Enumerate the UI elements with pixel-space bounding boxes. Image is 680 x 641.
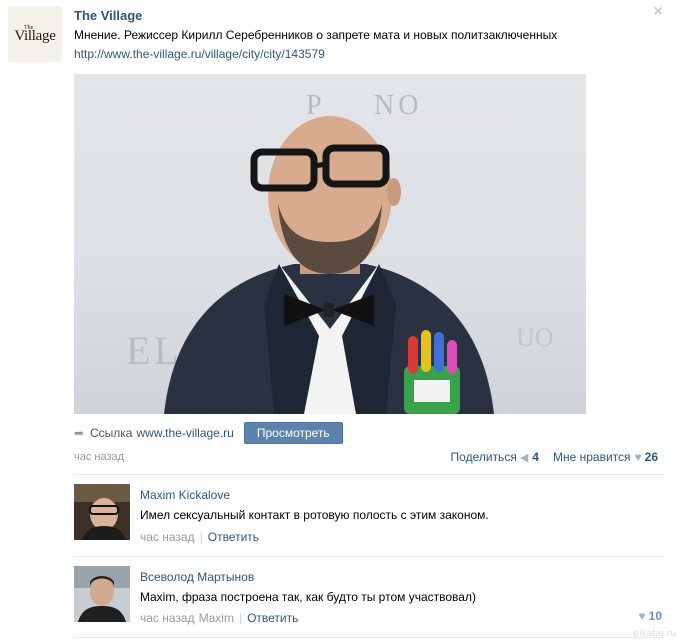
comment-meta: час назад | Ответить	[140, 530, 259, 544]
logo-text: Village	[14, 27, 56, 44]
reply-link[interactable]: Ответить	[208, 530, 259, 544]
comment-like-button[interactable]: ♥ 10	[635, 609, 662, 623]
link-label: Ссылка	[90, 426, 133, 440]
bg-sign-letter: P	[306, 90, 322, 121]
post-time[interactable]: час назад	[74, 451, 124, 463]
comment-time[interactable]: час назад	[140, 611, 195, 625]
post-text: Мнение. Режиссер Кирилл Серебренников о …	[74, 28, 558, 42]
logo-small-text: The	[24, 25, 34, 31]
comment-time[interactable]: час назад	[140, 530, 195, 544]
heart-icon: ♥	[634, 450, 642, 464]
reply-to-mention[interactable]: Maxim	[199, 611, 234, 625]
post-author[interactable]: The Village	[74, 8, 142, 23]
share-label: Поделиться	[450, 450, 517, 464]
avatar-image	[74, 566, 130, 622]
megaphone-icon: ◀	[519, 451, 529, 464]
commenter-avatar[interactable]	[74, 566, 130, 622]
heart-icon: ♥	[638, 609, 646, 623]
divider	[74, 474, 664, 475]
comment-meta: час назад Maxim | Ответить	[140, 611, 298, 625]
divider	[74, 637, 664, 638]
bg-sign-letters: NO	[374, 90, 422, 121]
commenter-name[interactable]: Maxim Kickalove	[140, 488, 230, 502]
wall-post: The Village × The Village Мнение. Режисс…	[0, 0, 680, 641]
post-link[interactable]: http://www.the-village.ru/village/city/c…	[74, 47, 325, 61]
comment-text: Maxim, фраза построена так, как будто ты…	[140, 590, 476, 604]
share-button[interactable]: Поделиться ◀ 4	[451, 450, 539, 464]
link-domain[interactable]: www.the-village.ru	[136, 426, 233, 440]
separator: |	[238, 611, 243, 625]
comment-text: Имел сексуальный контакт в ротовую полос…	[140, 508, 489, 522]
bg-sign-letters: UO	[516, 323, 554, 352]
post-photo[interactable]: P NO E L UO	[74, 74, 586, 414]
village-avatar[interactable]: The Village	[8, 6, 62, 62]
commenter-name[interactable]: Всеволод Мартынов	[140, 570, 254, 584]
comment-like-count: 10	[648, 609, 662, 623]
reply-link[interactable]: Ответить	[247, 611, 298, 625]
bg-sign-letter: E	[126, 328, 150, 373]
post-actions: Поделиться ◀ 4 Мне нравится ♥ 26	[451, 450, 658, 464]
like-label: Мне нравится	[552, 450, 631, 464]
attached-link-row: ➦ Ссылка www.the-village.ru Просмотреть	[74, 422, 343, 444]
share-count: 4	[532, 450, 539, 464]
like-button[interactable]: Мне нравится ♥ 26	[553, 450, 658, 464]
like-count: 26	[644, 450, 658, 464]
separator: |	[199, 530, 203, 544]
commenter-avatar[interactable]	[74, 484, 130, 540]
close-icon[interactable]: ×	[651, 4, 665, 20]
divider	[74, 556, 664, 557]
portrait-image: P NO E L UO	[126, 90, 554, 414]
view-button[interactable]: Просмотреть	[243, 422, 343, 444]
share-arrow-icon: ➦	[74, 426, 85, 440]
avatar-image	[74, 484, 130, 540]
watermark: pikabu.ru	[633, 629, 676, 639]
